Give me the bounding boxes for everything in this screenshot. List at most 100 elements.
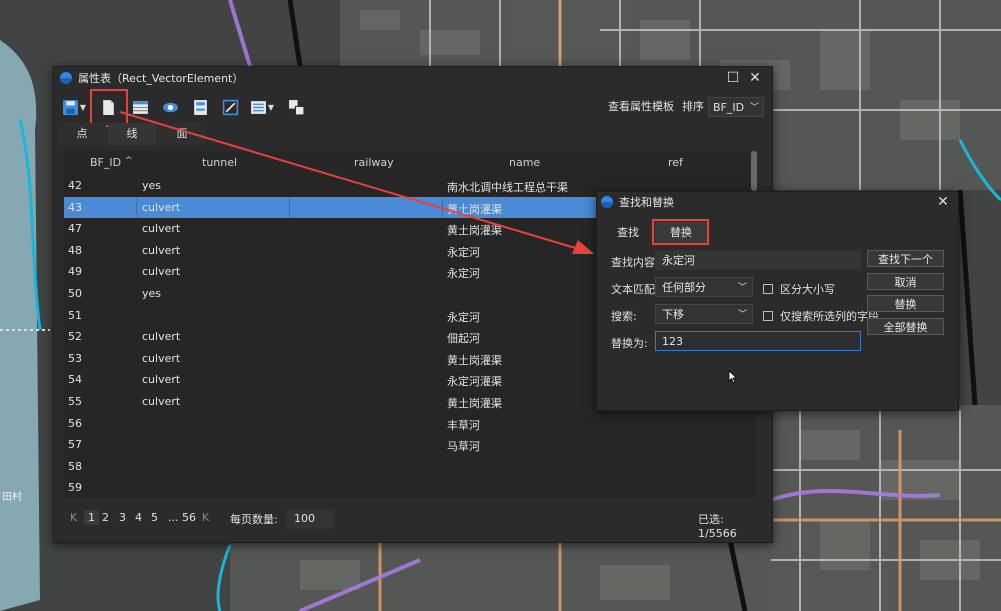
chevron-down-icon: ﹀	[737, 310, 747, 320]
save-icon[interactable]	[60, 97, 80, 117]
eye-icon[interactable]	[160, 97, 180, 117]
cell-bf-id: 50	[68, 287, 82, 300]
table-row[interactable]: 58	[64, 456, 744, 478]
save-disk-icon[interactable]	[190, 97, 210, 117]
last-page-button[interactable]: K	[202, 511, 209, 524]
text-match-label: 文本匹配:	[611, 283, 659, 296]
column-header-railway[interactable]: railway	[354, 156, 394, 169]
replace-all-button[interactable]: 全部替换	[867, 318, 944, 335]
tab-line[interactable]: 线	[108, 123, 156, 145]
replace-tab-highlight	[652, 219, 709, 245]
attribute-toolbar: ▼ ▼ 查看属性模板 排序 BF_ID ﹀	[54, 89, 772, 127]
cell-tunnel: culvert	[142, 330, 181, 344]
page-ellipsis: ...	[168, 511, 179, 524]
column-header-name[interactable]: name	[509, 156, 540, 169]
text-match-select[interactable]: 任何部分 ﹀	[655, 277, 753, 297]
cell-bf-id: 43	[68, 200, 82, 214]
cell-name: 永定河	[447, 245, 480, 259]
find-next-button[interactable]: 查找下一个	[867, 250, 944, 267]
checkbox-box[interactable]	[763, 311, 773, 321]
table-row[interactable]: 57 马草河	[64, 434, 744, 456]
app-logo-icon	[60, 72, 72, 84]
map-village-label: 田村	[2, 490, 22, 503]
cell-bf-id: 47	[68, 222, 82, 236]
match-case-checkbox[interactable]: 区分大小写	[763, 281, 835, 297]
page-4[interactable]: 4	[135, 511, 142, 524]
edit-frame-icon[interactable]	[220, 97, 240, 117]
mouse-cursor-icon	[728, 370, 738, 384]
sort-select[interactable]: BF_ID ﹀	[708, 97, 764, 117]
copy-icon[interactable]	[286, 97, 306, 117]
column-header-bf-id[interactable]: BF_ID	[90, 156, 121, 169]
list-icon[interactable]	[248, 97, 268, 117]
list-dropdown-icon[interactable]: ▼	[266, 97, 276, 117]
cell-bf-id: 53	[68, 351, 82, 365]
table-icon[interactable]	[130, 97, 150, 117]
cell-bf-id: 55	[68, 395, 82, 408]
attribute-window-titlebar[interactable]: 属性表（Rect_VectorElement） ☐ ✕	[54, 67, 772, 89]
cell-bf-id: 54	[68, 373, 82, 387]
cancel-button[interactable]: 取消	[867, 273, 944, 290]
column-header-tunnel[interactable]: tunnel	[202, 156, 237, 169]
cell-tunnel: culvert	[142, 395, 181, 408]
maximize-icon[interactable]: ☐	[722, 67, 744, 89]
cell-tunnel: culvert	[142, 222, 181, 236]
cell-bf-id: 57	[68, 438, 82, 452]
page-5[interactable]: 5	[151, 511, 158, 524]
cell-bf-id: 42	[68, 179, 82, 192]
cell-name: 黄土岗灌渠	[447, 353, 502, 367]
cell-name: 永定河	[447, 267, 480, 281]
tab-polygon[interactable]: 面	[158, 123, 206, 145]
close-icon[interactable]: ✕	[744, 67, 766, 89]
attribute-window-title: 属性表（Rect_VectorElement）	[78, 72, 244, 85]
column-header-ref[interactable]: ref	[668, 156, 683, 169]
chevron-down-icon: ﹀	[749, 103, 759, 113]
tab-find[interactable]: 查找	[613, 222, 643, 244]
cell-tunnel: culvert	[142, 200, 181, 214]
sort-select-value: BF_ID	[713, 101, 745, 114]
first-page-button[interactable]: K	[70, 511, 77, 524]
replace-with-input[interactable]: 123	[655, 331, 861, 351]
view-template-button[interactable]: 查看属性模板	[604, 97, 678, 117]
search-direction-label: 搜索:	[611, 310, 637, 323]
cell-bf-id: 58	[68, 459, 82, 473]
cell-bf-id: 59	[68, 481, 82, 495]
page-size-input[interactable]: 100	[286, 509, 334, 529]
new-file-highlight	[90, 89, 128, 127]
cell-tunnel: yes	[142, 287, 162, 300]
page-2[interactable]: 2	[102, 511, 109, 524]
selected-columns-only-label: 仅搜索所选列的字段	[780, 310, 879, 323]
table-row[interactable]: 56 丰草河	[64, 413, 744, 435]
close-icon[interactable]: ✕	[932, 191, 954, 213]
chevron-down-icon: ﹀	[737, 283, 747, 293]
cell-name: 黄土岗灌渠	[447, 224, 502, 238]
cell-name: 佃起河	[447, 332, 480, 346]
cell-tunnel: culvert	[142, 243, 181, 257]
page-size-label: 每页数量:	[230, 513, 278, 526]
checkbox-box[interactable]	[763, 284, 773, 294]
tab-point[interactable]: 点	[58, 123, 106, 145]
find-content-input[interactable]: 永定河	[655, 250, 861, 270]
page-3[interactable]: 3	[119, 511, 126, 524]
cell-name: 丰草河	[447, 418, 480, 432]
cell-name: 南水北调中线工程总干渠	[447, 181, 568, 194]
cell-separator	[136, 196, 137, 218]
replace-with-label: 替换为:	[611, 337, 648, 350]
find-dialog-titlebar[interactable]: 查找和替换 ✕	[597, 192, 958, 212]
cell-name: 马草河	[447, 440, 480, 454]
cell-bf-id: 49	[68, 265, 82, 279]
scrollbar-thumb[interactable]	[751, 151, 757, 191]
find-dialog-title: 查找和替换	[619, 196, 674, 209]
selected-count: 已选: 1/5566	[698, 513, 737, 540]
search-direction-select[interactable]: 下移 ﹀	[655, 304, 753, 324]
selected-columns-only-checkbox[interactable]: 仅搜索所选列的字段	[763, 308, 879, 324]
table-row[interactable]: 59	[64, 477, 744, 499]
text-match-value: 任何部分	[662, 281, 706, 294]
save-dropdown-icon[interactable]: ▼	[78, 97, 88, 117]
replace-button[interactable]: 替换	[867, 295, 944, 312]
page-1[interactable]: 1	[84, 510, 99, 525]
sort-label: 排序	[682, 100, 704, 113]
cell-bf-id: 48	[68, 243, 82, 257]
cell-separator	[442, 196, 443, 218]
page-56[interactable]: 56	[182, 511, 196, 524]
